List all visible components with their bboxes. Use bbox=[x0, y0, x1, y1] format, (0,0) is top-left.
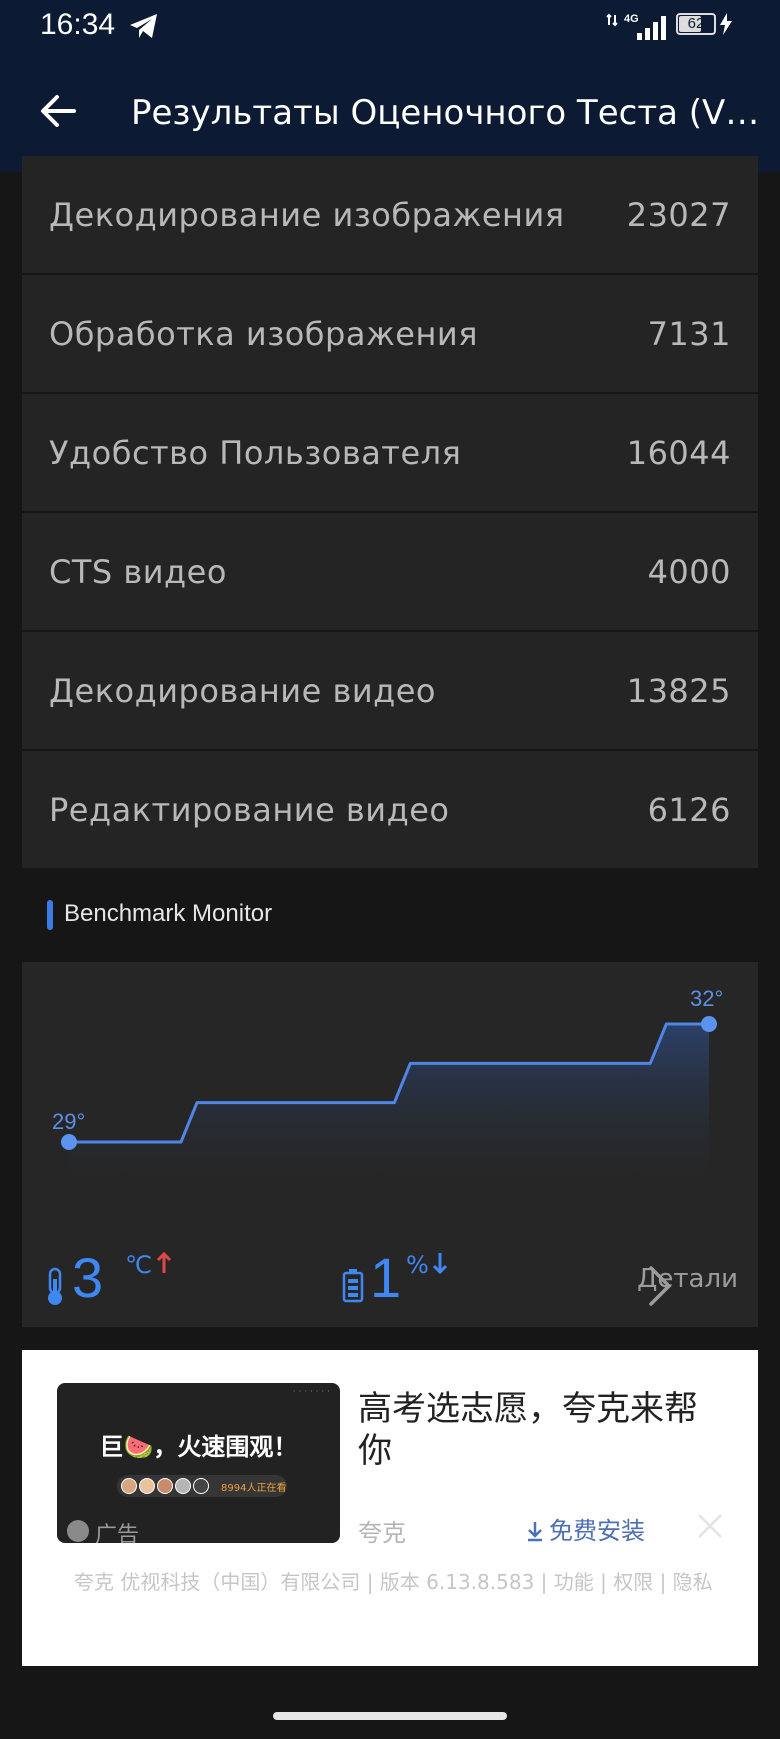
chart-end-point bbox=[701, 1016, 717, 1032]
charging-icon bbox=[720, 13, 732, 35]
result-row-video-editing: Редактирование видео 6126 bbox=[22, 751, 758, 868]
battery-icon: 62 bbox=[676, 13, 716, 35]
app-bar: Результаты Оценочного Теста (V10... bbox=[0, 50, 780, 172]
result-value: 4000 bbox=[647, 552, 731, 591]
back-arrow-icon[interactable] bbox=[38, 90, 80, 132]
temperature-chart bbox=[61, 1016, 717, 1197]
avatar bbox=[139, 1478, 155, 1494]
more-icon bbox=[193, 1478, 209, 1494]
ad-image-fineprint: · · · · · · · bbox=[292, 1387, 330, 1397]
arrow-down-icon bbox=[432, 1253, 448, 1275]
result-row-user-experience: Удобство Пользователя 16044 bbox=[22, 394, 758, 511]
ad-tag: 广告 bbox=[95, 1523, 140, 1543]
result-row-image-processing: Обработка изображения 7131 bbox=[22, 275, 758, 392]
arrow-up-icon bbox=[156, 1251, 172, 1273]
battery-level: 62 bbox=[687, 15, 705, 32]
ad-image-viewers: 8994人正在看 bbox=[117, 1475, 287, 1497]
download-icon bbox=[528, 1522, 542, 1542]
chevron-right-icon bbox=[649, 1266, 672, 1306]
result-row-image-decoding: Декодирование изображения 23027 bbox=[22, 156, 758, 273]
status-bar: 16:34 4G 62 bbox=[0, 0, 780, 50]
ad-title[interactable]: 高考选志愿，夸克来帮你 bbox=[358, 1388, 728, 1472]
status-time: 16:34 bbox=[40, 8, 116, 41]
result-value: 16044 bbox=[626, 433, 731, 472]
thermometer-icon bbox=[48, 1267, 62, 1305]
signal-icon: 4G bbox=[606, 13, 666, 40]
network-label: 4G bbox=[624, 13, 639, 25]
install-button[interactable]: 免费安装 bbox=[525, 1511, 645, 1546]
avatar bbox=[157, 1478, 173, 1494]
result-label: Редактирование видео bbox=[49, 790, 450, 829]
ad-image-headline: 巨🍉，火速围观！ bbox=[99, 1433, 298, 1461]
result-value: 7131 bbox=[647, 314, 731, 353]
battery-change-value: 1 bbox=[370, 1246, 402, 1309]
ad-image[interactable]: · · · · · · · 巨🍉，火速围观！ 8994人正在看 广告 bbox=[57, 1383, 340, 1543]
section-accent-bar bbox=[47, 900, 53, 930]
result-value: 23027 bbox=[626, 195, 731, 234]
result-label: CTS видео bbox=[49, 552, 227, 591]
benchmark-monitor-card[interactable]: 29° 32° 3 ℃ 1 % Детали bbox=[22, 962, 758, 1327]
avatar bbox=[175, 1478, 191, 1494]
ad-footer[interactable]: 夸克 优视科技（中国）有限公司 | 版本 6.13.8.583 | 功能 | 权… bbox=[74, 1568, 714, 1597]
battery-icon bbox=[342, 1269, 364, 1303]
temp-end-label: 32° bbox=[690, 986, 724, 1011]
result-label: Декодирование изображения bbox=[49, 195, 565, 234]
chart-start-point bbox=[61, 1134, 77, 1150]
temp-start-label: 29° bbox=[52, 1109, 86, 1134]
result-label: Удобство Пользователя bbox=[49, 433, 462, 472]
result-value: 13825 bbox=[626, 671, 731, 710]
battery-unit: % bbox=[406, 1251, 429, 1279]
page-title: Результаты Оценочного Теста (V10... bbox=[131, 93, 761, 133]
quark-logo-icon bbox=[67, 1520, 89, 1542]
avatar bbox=[121, 1478, 137, 1494]
close-icon[interactable] bbox=[696, 1512, 724, 1540]
ad-card[interactable]: · · · · · · · 巨🍉，火速围观！ 8994人正在看 广告 高考选志愿… bbox=[22, 1350, 758, 1666]
result-row-video-decoding: Декодирование видео 13825 bbox=[22, 632, 758, 749]
details-link[interactable]: Детали bbox=[637, 1264, 738, 1306]
result-row-cts-video: CTS видео 4000 bbox=[22, 513, 758, 630]
temp-change-value: 3 bbox=[72, 1246, 104, 1309]
result-label: Декодирование видео bbox=[49, 671, 436, 710]
chart-area bbox=[69, 1024, 709, 1197]
result-value: 6126 bbox=[647, 790, 731, 829]
section-title: Benchmark Monitor bbox=[64, 900, 273, 927]
ad-brand: 夸克 bbox=[358, 1519, 406, 1547]
telegram-icon bbox=[130, 14, 157, 38]
home-indicator[interactable] bbox=[273, 1712, 507, 1720]
ad-image-count: 8994人正在看 bbox=[221, 1483, 287, 1494]
install-label: 免费安装 bbox=[549, 1517, 645, 1545]
result-label: Обработка изображения bbox=[49, 314, 478, 353]
temp-unit: ℃ bbox=[125, 1251, 152, 1279]
